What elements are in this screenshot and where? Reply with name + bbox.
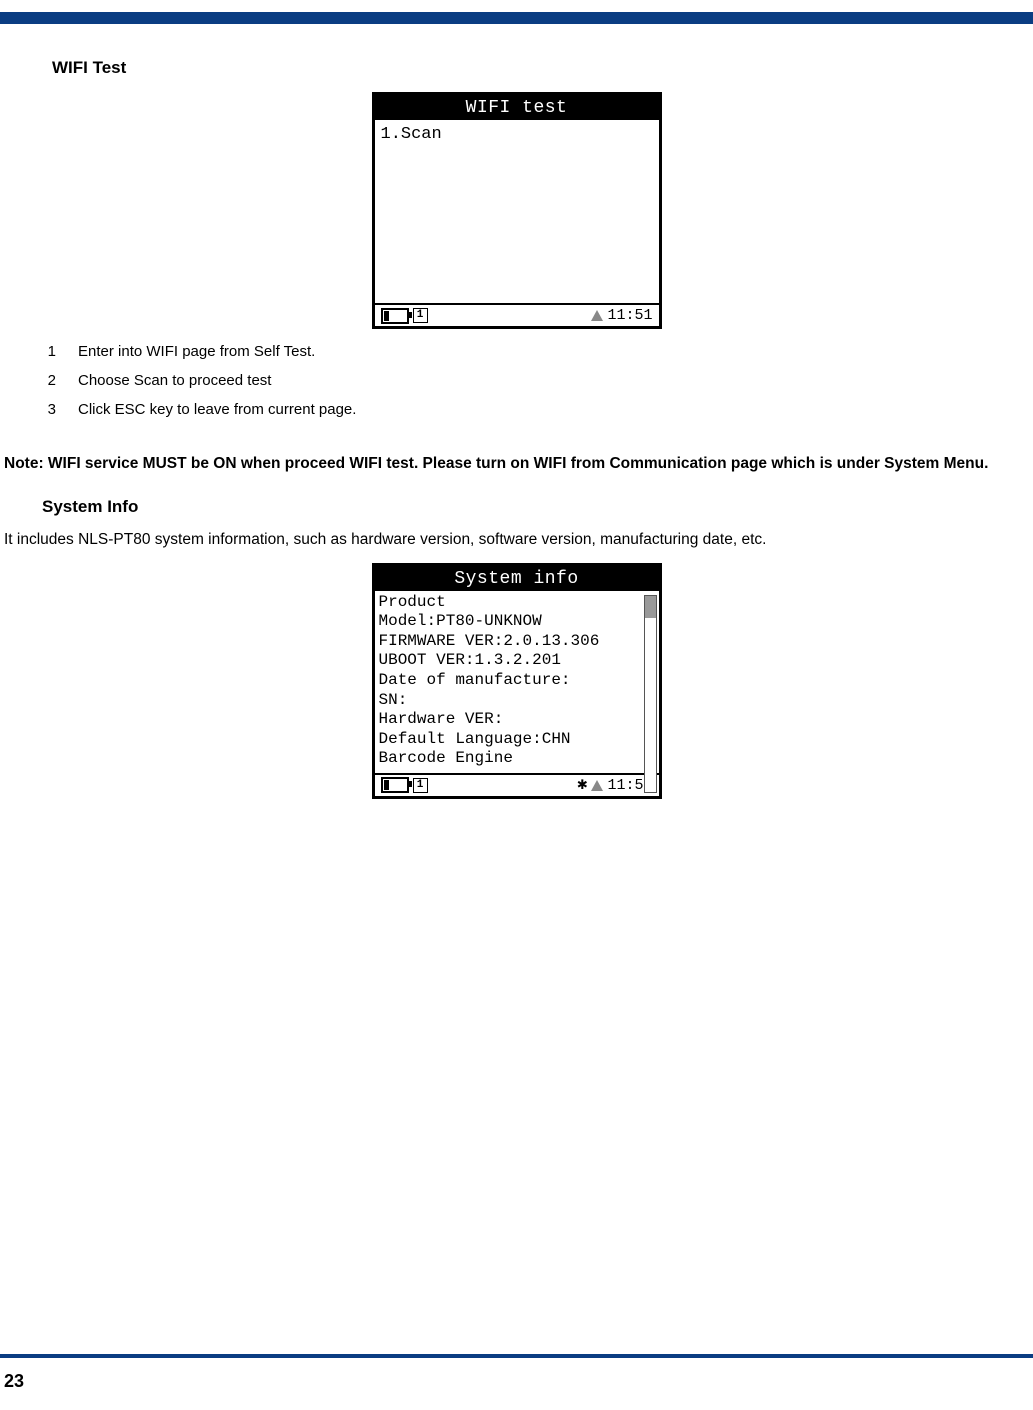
battery-icon	[381, 777, 409, 793]
scrollbar	[644, 595, 657, 793]
input-mode-indicator: 1	[413, 308, 428, 323]
system-info-heading: System Info	[42, 497, 1033, 517]
wifi-device-title: WIFI test	[375, 95, 659, 120]
statusbar-right: 11:51	[591, 307, 652, 324]
sysinfo-line: UBOOT VER:1.3.2.201	[379, 651, 655, 671]
top-spacer	[0, 0, 1033, 12]
sysinfo-device-body: Product Model:PT80-UNKNOW FIRMWARE VER:2…	[375, 591, 659, 775]
step-text: Choose Scan to proceed test	[78, 372, 271, 389]
step-number: 3	[38, 401, 56, 418]
statusbar-left: 1	[381, 777, 428, 793]
scrollbar-thumb	[645, 596, 656, 618]
sysinfo-line: FIRMWARE VER:2.0.13.306	[379, 632, 655, 652]
list-item: 2 Choose Scan to proceed test	[38, 366, 1033, 395]
sysinfo-line: Date of manufacture:	[379, 671, 655, 691]
clock-text: 11:51	[607, 307, 652, 324]
wifi-device-screenshot: WIFI test 1.Scan 1 11:51	[372, 92, 662, 329]
header-rule	[0, 12, 1033, 24]
sysinfo-line: Product	[379, 593, 655, 613]
wifi-test-heading: WIFI Test	[52, 58, 1033, 78]
sysinfo-line: Hardware VER:	[379, 710, 655, 730]
sysinfo-line: Barcode Engine	[379, 749, 655, 769]
wifi-note: Note: WIFI service MUST be ON when proce…	[4, 454, 1025, 475]
wifi-steps-list: 1 Enter into WIFI page from Self Test. 2…	[38, 337, 1033, 424]
sysinfo-line: Model:PT80-UNKNOW	[379, 612, 655, 632]
list-item: 3 Click ESC key to leave from current pa…	[38, 395, 1033, 424]
step-text: Click ESC key to leave from current page…	[78, 401, 356, 418]
step-number: 2	[38, 372, 56, 389]
bluetooth-icon: ✱	[577, 777, 587, 794]
wifi-device-statusbar: 1 11:51	[375, 305, 659, 326]
footer-rule-spacer	[0, 1350, 1033, 1352]
sysinfo-line: SN:	[379, 691, 655, 711]
battery-icon	[381, 308, 409, 324]
system-info-intro: It includes NLS-PT80 system information,…	[4, 531, 1033, 549]
sysinfo-device-statusbar: 1 ✱ 11:53	[375, 775, 659, 796]
page: WIFI Test WIFI test 1.Scan 1 11:51 1 Ent	[0, 0, 1033, 1410]
step-number: 1	[38, 343, 56, 360]
page-number: 23	[4, 1371, 24, 1392]
wifi-signal-icon	[591, 310, 603, 321]
footer-rule	[0, 1354, 1033, 1358]
wifi-menu-item-scan: 1.Scan	[381, 124, 653, 145]
sysinfo-scroll-area: Product Model:PT80-UNKNOW FIRMWARE VER:2…	[379, 593, 655, 769]
statusbar-left: 1	[381, 308, 428, 324]
sysinfo-line: Default Language:CHN	[379, 730, 655, 750]
step-text: Enter into WIFI page from Self Test.	[78, 343, 315, 360]
statusbar-right: ✱ 11:53	[577, 777, 652, 794]
wifi-signal-icon	[591, 780, 603, 791]
input-mode-indicator: 1	[413, 778, 428, 793]
sysinfo-device-screenshot: System info Product Model:PT80-UNKNOW FI…	[372, 563, 662, 799]
list-item: 1 Enter into WIFI page from Self Test.	[38, 337, 1033, 366]
sysinfo-device-title: System info	[375, 566, 659, 591]
wifi-device-body: 1.Scan	[375, 120, 659, 305]
content: WIFI Test WIFI test 1.Scan 1 11:51 1 Ent	[0, 24, 1033, 799]
